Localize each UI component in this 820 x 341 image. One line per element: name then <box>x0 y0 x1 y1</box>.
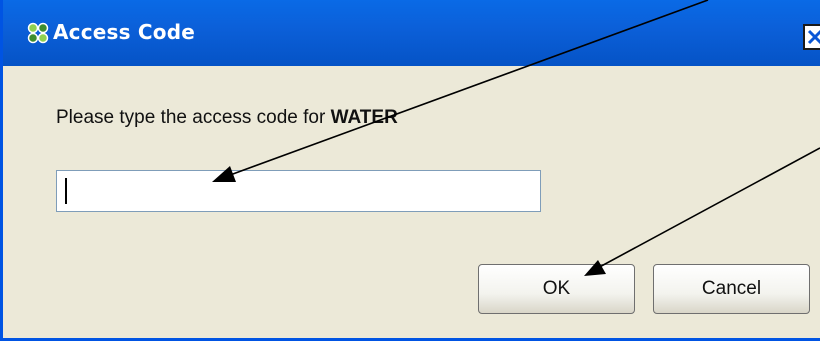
prompt-prefix: Please type the access code for <box>56 107 331 128</box>
window-title: Access Code <box>53 20 196 44</box>
access-code-dialog: Access Code Please type the access code … <box>0 0 820 341</box>
title-bar: Access Code <box>3 0 820 66</box>
access-code-input[interactable] <box>56 170 541 212</box>
close-button[interactable] <box>803 24 820 50</box>
dialog-body: Please type the access code for WATER OK… <box>3 66 820 338</box>
access-key-icon <box>27 22 49 44</box>
text-caret <box>65 178 67 204</box>
ok-button[interactable]: OK <box>478 264 635 314</box>
prompt-text: Please type the access code for WATER <box>56 107 398 129</box>
prompt-subject: WATER <box>330 107 398 128</box>
cancel-button[interactable]: Cancel <box>653 264 810 314</box>
close-icon <box>807 29 820 45</box>
